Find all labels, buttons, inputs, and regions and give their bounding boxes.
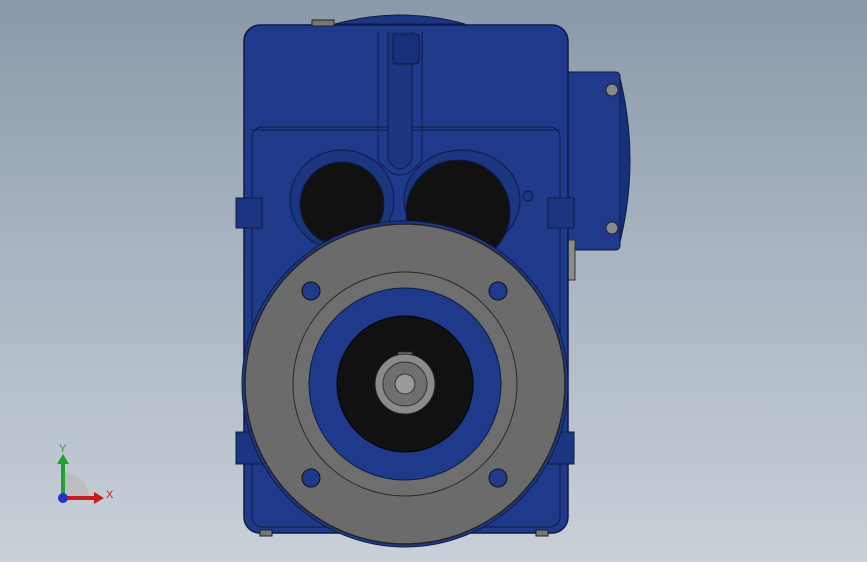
- side-adapter: [564, 71, 631, 281]
- output-flange: [241, 220, 569, 548]
- graphics-viewport[interactable]: Y X: [0, 0, 867, 562]
- z-axis-dot: [58, 493, 68, 503]
- flange-bolt-hole: [301, 468, 321, 488]
- y-axis-label: Y: [59, 443, 67, 455]
- flange-bolt-hole: [301, 281, 321, 301]
- coordinate-triad: Y X: [57, 443, 114, 504]
- top-cap: [334, 14, 466, 25]
- flange-bolt-hole: [488, 281, 508, 301]
- flange-bolt-hole: [488, 468, 508, 488]
- x-axis-label: X: [106, 489, 114, 501]
- gearbox-model[interactable]: [0, 0, 867, 562]
